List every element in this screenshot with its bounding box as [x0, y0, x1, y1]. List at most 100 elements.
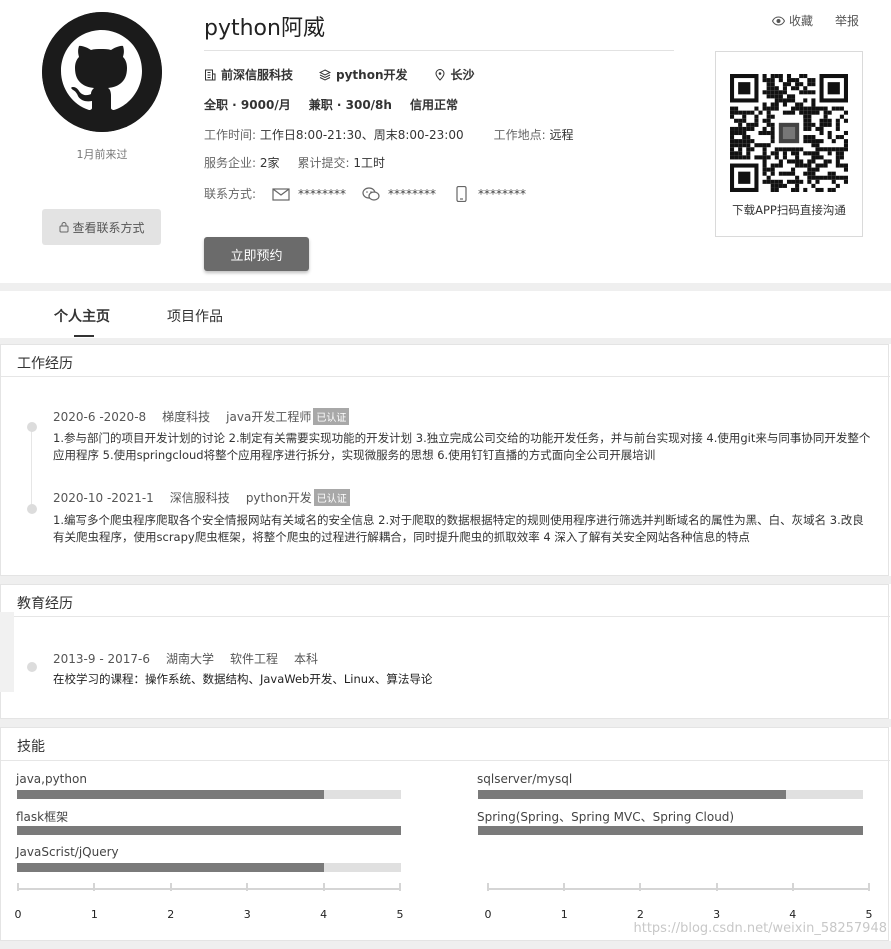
work-time-label: 工作时间:: [204, 128, 257, 142]
axis-tick: [791, 883, 794, 891]
skill-bar: [478, 790, 863, 799]
layers-icon: [319, 68, 332, 81]
skill-bar-fill: [478, 826, 863, 835]
submitted-hours: 累计提交: 1工时: [298, 154, 386, 171]
credit-status: 信用正常: [409, 98, 458, 112]
edu-major: 软件工程: [229, 652, 278, 666]
last-visit-text: 1月前来过: [76, 148, 128, 161]
axis-tick-label: 1: [560, 908, 568, 921]
section-separator: [0, 719, 891, 727]
active-tab-indicator: [74, 335, 94, 337]
profile-meta-primary: 前深信服科技 python开发 长沙: [204, 66, 475, 83]
skill-bar: [478, 826, 863, 835]
mail-icon: [272, 187, 290, 201]
report-button[interactable]: 举报: [835, 12, 859, 29]
contact-label: 联系方式:: [204, 187, 257, 201]
tab-projects[interactable]: 项目作品: [167, 306, 223, 326]
axis-tick: [246, 883, 249, 891]
profile-work-info: 工作时间: 工作日8:00-21:30、周末8:00-23:00 工作地点: 远…: [204, 126, 574, 143]
work-time: 工作时间: 工作日8:00-21:30、周末8:00-23:00: [204, 126, 464, 143]
edu-period: 2013-9 - 2017-6: [53, 651, 150, 666]
skill-name: Spring(Spring、Spring MVC、Spring Cloud): [477, 810, 735, 824]
work-entry-meta: 2020-6 -2020-8 梯度科技 java开发工程师 已认证: [53, 408, 350, 425]
work-time-value: 工作日8:00-21:30、周末8:00-23:00: [259, 128, 464, 142]
axis-tick: [399, 883, 401, 891]
skill-bar-fill: [17, 863, 325, 872]
axis-tick-label: 0: [484, 908, 492, 921]
skill-name: java,python: [16, 772, 87, 786]
github-octocat-icon: [42, 12, 162, 132]
timeline-dot: [27, 662, 37, 672]
fulltime-rate: 全职 · 9000/月: [204, 98, 291, 112]
section-divider: [1, 376, 890, 377]
axis-tick: [487, 883, 489, 891]
skill-bar-fill: [17, 790, 325, 799]
verified-badge: 已认证: [313, 408, 350, 425]
phone-contact: ********: [452, 185, 526, 202]
email-contact: ********: [272, 186, 346, 202]
axis-tick-label: 5: [396, 908, 404, 921]
section-title-skills: 技能: [17, 739, 45, 755]
role-item: python开发: [319, 66, 408, 83]
book-now-button[interactable]: 立即预约: [204, 237, 309, 271]
axis-tick: [322, 883, 325, 891]
education-description: 在校学习的课程：操作系统、数据结构、JavaWeb开发、Linux、算法导论: [53, 672, 433, 686]
work-role: java开发工程师: [226, 410, 312, 424]
verified-badge: 已认证: [313, 489, 350, 506]
axis-tick: [639, 883, 642, 891]
view-contact-button[interactable]: 查看联系方式: [42, 209, 161, 245]
axis-tick-label: 1: [90, 908, 98, 921]
work-role: python开发: [245, 491, 312, 505]
axis-tick-label: 2: [167, 908, 175, 921]
email-masked: ********: [298, 186, 347, 201]
wechat-contact: ********: [362, 186, 436, 202]
axis-tick: [715, 883, 718, 891]
work-place-label: 工作地点:: [493, 128, 546, 142]
header-actions: 收藏 举报: [771, 12, 859, 29]
contact-row: 联系方式: ******** ******** ********: [204, 185, 526, 202]
parttime-rate: 兼职 · 300/8h: [308, 98, 392, 112]
divider: [204, 50, 674, 51]
eye-icon: [771, 15, 785, 26]
served-companies: 服务企业: 2家: [204, 154, 280, 171]
decorative-bar: [0, 612, 14, 692]
served-value: 2家: [259, 156, 280, 170]
skill-bar: [17, 790, 401, 799]
skill-name: JavaScrist/jQuery: [16, 845, 119, 859]
section-separator: [0, 941, 891, 949]
section-separator: [0, 283, 891, 291]
axis-tick: [563, 883, 566, 891]
watermark-text: https://blog.csdn.net/weixin_58257948: [633, 921, 887, 936]
axis-tick: [93, 883, 96, 891]
company-name: 前深信服科技: [221, 68, 294, 82]
qr-caption: 下载APP扫码直接沟通: [732, 203, 846, 217]
report-label: 举报: [834, 14, 859, 28]
skill-name: flask框架: [16, 810, 69, 824]
axis-tick-label: 4: [320, 908, 328, 921]
edu-degree: 本科: [294, 652, 319, 666]
phone-icon: [456, 185, 467, 202]
wechat-icon: [362, 186, 380, 201]
axis-tick-label: 4: [789, 908, 797, 921]
tab-personal-home[interactable]: 个人主页: [54, 306, 110, 326]
location-pin-icon: [434, 68, 445, 81]
timeline-dot: [27, 504, 37, 514]
axis-tick-label: 2: [636, 908, 644, 921]
favorite-button[interactable]: 收藏: [771, 12, 813, 29]
section-divider: [1, 616, 890, 617]
axis-tick: [169, 883, 172, 891]
work-place-value: 远程: [549, 128, 574, 142]
lock-icon: [59, 222, 69, 233]
city-item: 长沙: [434, 66, 475, 83]
profile-stats: 服务企业: 2家 累计提交: 1工时: [204, 154, 385, 171]
work-entry-meta: 2020-10 -2021-1 深信服科技 python开发 已认证: [53, 489, 350, 506]
skill-bar: [17, 826, 401, 835]
building-icon: [205, 69, 216, 80]
axis-tick-label: 0: [14, 908, 22, 921]
skill-bar-fill: [17, 826, 401, 835]
city-name: 长沙: [450, 68, 475, 82]
skill-bar-fill: [478, 790, 786, 799]
section-separator: [0, 576, 891, 584]
work-entry-description: 1.参与部门的项目开发计划的讨论 2.制定有关需要实现功能的开发计划 3.独立完…: [53, 431, 871, 462]
work-place: 工作地点: 远程: [494, 126, 574, 143]
